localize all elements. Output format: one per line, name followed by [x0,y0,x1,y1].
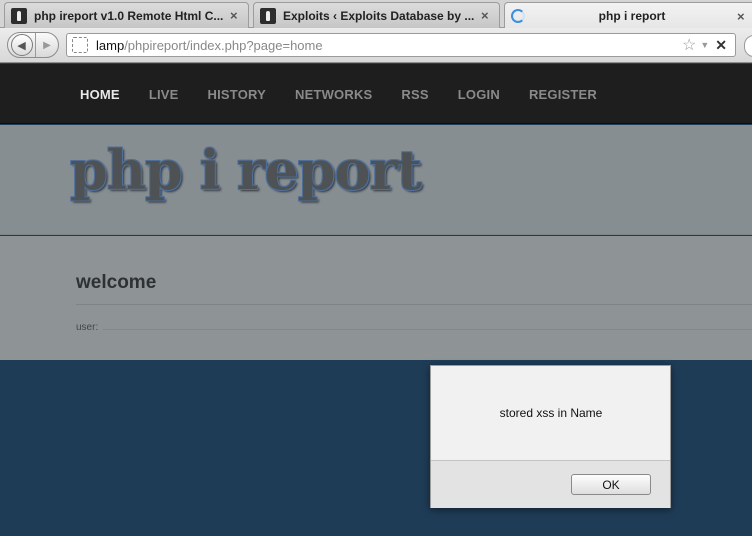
site-nav: HOME LIVE HISTORY NETWORKS RSS LOGIN REG… [0,64,752,124]
browser-toolbar: ◀ ▶ lamp/phpireport/index.php?page=home … [0,28,752,63]
browser-tab-exploits-db[interactable]: Exploits ‹ Exploits Database by ... × [253,2,500,28]
back-arrow-icon: ◀ [10,34,33,56]
nav-item-rss[interactable]: RSS [401,87,428,102]
page-title: welcome [76,272,157,293]
search-field[interactable] [744,35,752,57]
browser-tab-php-i-report[interactable]: php i report × [504,2,752,29]
url-host: lamp [96,37,125,53]
alert-footer: OK [431,460,670,508]
tab-title: php ireport v1.0 Remote Html C... [34,8,224,23]
alert-dialog: stored xss in Name OK [430,365,671,508]
loading-spinner-icon [511,9,525,23]
nav-item-register[interactable]: REGISTER [529,87,597,102]
tab-title: php i report [598,9,666,23]
url-text[interactable]: lamp/phpireport/index.php?page=home [96,38,682,53]
ok-button[interactable]: OK [571,474,651,495]
site-header-banner: php i report [0,125,752,235]
nav-item-login[interactable]: LOGIN [458,87,500,102]
page-icon [11,7,27,24]
site-identity-icon[interactable] [72,37,88,53]
nav-item-home[interactable]: HOME [80,87,120,102]
bookmark-star-icon[interactable]: ☆ [682,35,696,55]
nav-buttons: ◀ ▶ [7,32,59,58]
main-content: welcome user: [0,236,752,360]
nav-item-history[interactable]: HISTORY [208,87,266,102]
close-icon[interactable]: × [737,9,749,24]
site-logo[interactable]: php i report [70,143,422,197]
site-nav-list: HOME LIVE HISTORY NETWORKS RSS LOGIN REG… [80,64,626,124]
divider [76,304,752,305]
address-bar[interactable]: lamp/phpireport/index.php?page=home ☆ ▼ … [66,33,736,57]
close-icon[interactable]: × [230,8,242,23]
tab-title: Exploits ‹ Exploits Database by ... [283,8,475,23]
forward-button[interactable]: ▶ [36,33,58,57]
url-path: /phpireport/index.php?page=home [124,37,323,53]
page-icon [260,7,276,24]
back-button[interactable]: ◀ [8,33,36,57]
nav-item-live[interactable]: LIVE [149,87,179,102]
user-label: user: [76,322,99,333]
stop-icon[interactable]: ✕ [715,37,727,54]
close-icon[interactable]: × [481,8,493,23]
browser-tab-ireport-advisory[interactable]: php ireport v1.0 Remote Html C... × [4,2,249,28]
browser-tab-strip: php ireport v1.0 Remote Html C... × Expl… [0,0,752,29]
history-dropdown-icon[interactable]: ▼ [700,40,709,50]
divider [103,329,752,330]
nav-item-networks[interactable]: NETWORKS [295,87,372,102]
alert-message: stored xss in Name [499,406,603,420]
forward-arrow-icon: ▶ [43,39,51,51]
